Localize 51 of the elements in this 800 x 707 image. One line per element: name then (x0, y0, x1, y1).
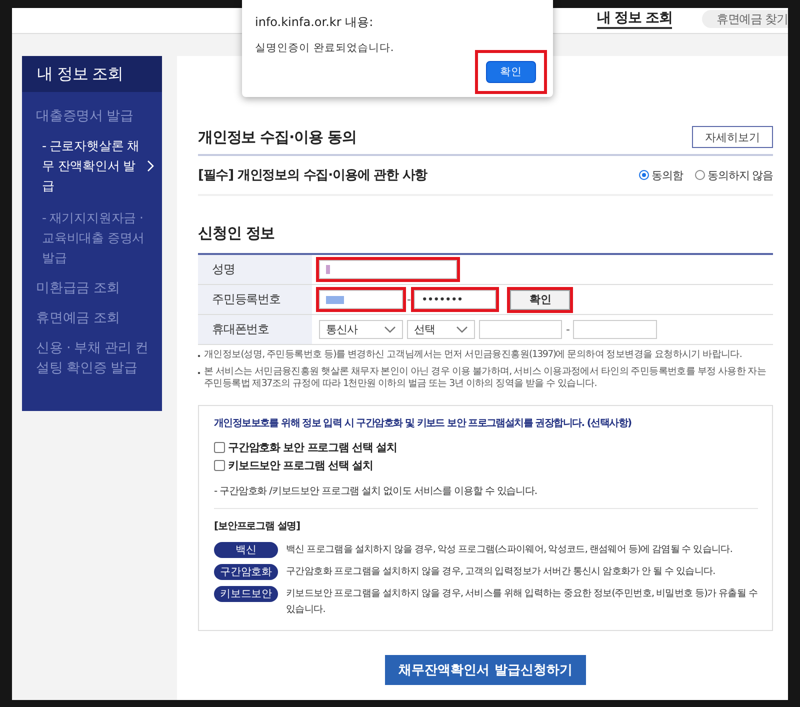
dash-separator: - (566, 323, 570, 336)
input-field[interactable] (319, 260, 457, 279)
security-heading: [보안프로그램 설명] (214, 520, 302, 533)
section-title: 신청인 정보 (198, 224, 276, 243)
apply-button[interactable]: 채무잔액확인서 발급신청하기 (384, 655, 586, 685)
sidebar-subitem[interactable]: - 재기지지원자금 · 교육비대출 증명서 발급 (36, 208, 154, 268)
ok-button[interactable]: 확인 (486, 61, 536, 83)
sidebar-title: 내 정보 조회 (22, 56, 162, 92)
dialog-origin: info.kinfa.or.kr 내용: (255, 14, 374, 31)
security-note: - 구간암호화 /키보드보안 프로그램 설치 없이도 서비스를 이용할 수 있습니다. (214, 485, 538, 498)
sidebar-subitem[interactable]: - 근로자햇살론 채무 잔액확인서 발급 (36, 136, 147, 196)
dash-separator: - (407, 293, 410, 306)
input-field[interactable] (573, 320, 658, 339)
radio-button[interactable] (638, 170, 648, 180)
sidebar-item[interactable]: 신용 · 부채 관리 컨설팅 확인증 발급 (36, 338, 154, 378)
program-description: 키보드보안 프로그램을 설치하지 않을 경우, 서비스를 위해 입력하는 중요한 정보(주민번호, 비밀번호 등)가 유출될 수 있습니다. (286, 587, 758, 617)
field-label: 성명 (198, 255, 312, 284)
find-deposit-button[interactable]: 휴면예금 찾기 (702, 10, 788, 28)
notice-text: 개인정보(성명, 주민등록번호 등)를 변경하신 고객님께서는 먼저 서민금융진흥원(1397)에 문의하여 정보변경을 요청하시기 바랍니다. (204, 349, 742, 361)
program-tag: 키보드보안 (214, 586, 278, 602)
details-button[interactable]: 자세히보기 (692, 126, 773, 148)
field-label: 주민등록번호 (198, 285, 312, 314)
security-intro: 개인정보보호를 위해 정보 입력 시 구간암호화 및 키보드 보안 프로그램설치를 권장합니다. (선택사항) (214, 417, 632, 430)
notice-text: 본 서비스는 서민금융진흥원 햇살론 채무자 본인이 아닌 경우 이용 불가하며, 서비스 이용과정에서 타인의 주민등록번호를 부정 사용한 자는 주민등록법 제37조의 규정에 따라 1천만원 이하의 벌금 또는 3년 이하의 징역을 받을 수 있습니다. (204, 366, 768, 390)
chevron-down-icon (456, 326, 468, 333)
checkbox-label: 구간암호화 보안 프로그램 선택 설치 (228, 440, 397, 455)
section-title: 개인정보 수집·이용 동의 (198, 128, 356, 146)
chevron-right-icon (147, 160, 154, 172)
input-field[interactable]: ••••••• (414, 290, 496, 309)
input-field[interactable] (319, 290, 403, 309)
consent-item: [필수] 개인정보의 수집·이용에 관한 사항 (198, 167, 428, 184)
sidebar-item[interactable]: 대출증명서 발급 (36, 106, 154, 126)
checkbox[interactable] (214, 460, 225, 471)
program-tag: 백신 (214, 542, 278, 558)
nav-item[interactable]: 내 정보 조회 (596, 11, 672, 29)
program-description: 백신 프로그램을 설치하지 않을 경우, 악성 프로그램(스파이웨어, 악성코드, 랜섬웨어 등)에 감염될 수 있습니다. (286, 543, 732, 557)
radio-option[interactable]: 동의함 (638, 168, 683, 182)
radio-button[interactable] (694, 170, 705, 180)
dialog-message: 실명인증이 완료되었습니다. (255, 41, 395, 55)
chevron-down-icon (384, 326, 396, 333)
sidebar-item[interactable]: 미환급금 조회 (36, 278, 154, 298)
input-field[interactable] (479, 320, 562, 339)
program-description: 구간암호화 프로그램을 설치하지 않을 경우, 고객의 입력정보가 서버간 통신시 암호화가 안 될 수 있습니다. (286, 565, 715, 579)
radio-option[interactable]: 동의하지 않음 (694, 168, 773, 182)
sidebar-item[interactable]: 휴면예금 조회 (36, 308, 154, 328)
select-field[interactable]: 통신사 (319, 320, 403, 339)
select-field[interactable]: 선택 (407, 320, 475, 339)
program-tag: 구간암호화 (214, 564, 278, 580)
checkbox[interactable] (214, 442, 225, 453)
checkbox-label: 키보드보안 프로그램 선택 설치 (228, 458, 373, 473)
field-label: 휴대폰번호 (198, 315, 312, 344)
